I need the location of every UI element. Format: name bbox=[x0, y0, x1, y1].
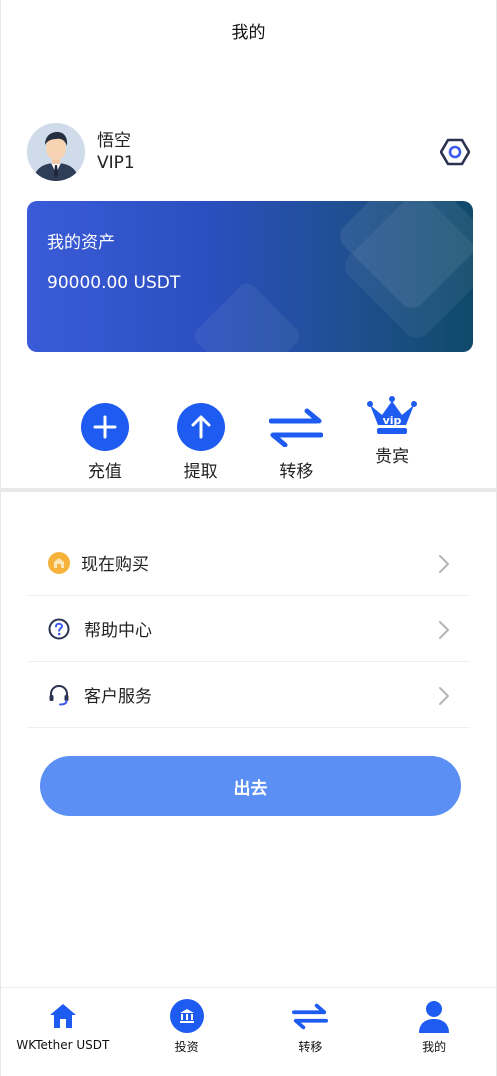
menu-list: 现在购买 帮助中心 客户服务 bbox=[27, 530, 470, 728]
tab-label: 转移 bbox=[298, 1040, 323, 1054]
quick-actions: 充值 提取 转移 vip 贵宾 bbox=[57, 396, 440, 482]
svg-text:vip: vip bbox=[383, 414, 402, 427]
help-icon bbox=[47, 617, 71, 641]
menu-item-customer-service[interactable]: 客户服务 bbox=[27, 662, 470, 728]
chevron-right-icon bbox=[439, 555, 449, 573]
vip-label: 贵宾 bbox=[375, 447, 410, 467]
asset-amount: 90000.00 USDT bbox=[47, 273, 181, 293]
menu-item-label: 客户服务 bbox=[84, 687, 152, 707]
user-info: 悟空 VIP1 bbox=[97, 130, 135, 174]
section-divider bbox=[1, 488, 496, 492]
user-name: 悟空 bbox=[97, 131, 131, 151]
logout-button[interactable]: 出去 bbox=[40, 756, 461, 816]
asset-card-title: 我的资产 bbox=[47, 233, 115, 253]
tab-label: 投资 bbox=[174, 1040, 199, 1054]
withdraw-label: 提取 bbox=[183, 462, 218, 482]
arrow-up-circle-icon bbox=[176, 402, 226, 451]
app-screen: 我的 悟空 VIP1 我的资产 90000.00 USDT 充值 提取 转移 v… bbox=[0, 0, 497, 1076]
menu-item-buy-now[interactable]: 现在购买 bbox=[27, 530, 470, 596]
tab-label: 我的 bbox=[422, 1040, 447, 1054]
page-title: 我的 bbox=[231, 22, 266, 43]
settings-icon[interactable] bbox=[439, 137, 471, 167]
profile-row: 悟空 VIP1 bbox=[27, 122, 471, 182]
tab-mine[interactable]: 我的 bbox=[372, 988, 496, 1076]
avatar[interactable] bbox=[27, 123, 85, 181]
tab-label: WKTether USDT bbox=[16, 1038, 110, 1052]
transfer-label: 转移 bbox=[279, 462, 314, 482]
chevron-right-icon bbox=[439, 621, 449, 639]
menu-item-label: 现在购买 bbox=[81, 555, 149, 575]
bank-icon bbox=[169, 998, 205, 1034]
deposit-button[interactable]: 充值 bbox=[57, 402, 153, 482]
transfer-arrows-icon bbox=[268, 402, 324, 451]
user-icon bbox=[416, 998, 452, 1034]
tab-home[interactable]: WKTether USDT bbox=[1, 988, 125, 1076]
user-level: VIP1 bbox=[97, 153, 135, 173]
shop-icon bbox=[47, 551, 71, 575]
transfer-button[interactable]: 转移 bbox=[249, 402, 345, 482]
menu-item-help-center[interactable]: 帮助中心 bbox=[27, 596, 470, 662]
transfer-icon bbox=[292, 998, 329, 1034]
vip-button[interactable]: vip 贵宾 bbox=[344, 394, 440, 482]
plus-circle-icon bbox=[80, 402, 130, 451]
page-header: 我的 bbox=[1, 0, 496, 60]
bottom-tab-bar: WKTether USDT 投资 转移 我的 bbox=[1, 987, 496, 1076]
chevron-right-icon bbox=[439, 687, 449, 705]
tab-transfer[interactable]: 转移 bbox=[249, 988, 373, 1076]
menu-item-label: 帮助中心 bbox=[84, 621, 152, 641]
asset-card[interactable]: 我的资产 90000.00 USDT bbox=[27, 201, 473, 352]
tab-invest[interactable]: 投资 bbox=[125, 988, 249, 1076]
home-icon bbox=[45, 998, 81, 1034]
withdraw-button[interactable]: 提取 bbox=[153, 402, 249, 482]
vip-crown-icon: vip bbox=[364, 394, 420, 440]
headset-icon bbox=[47, 683, 71, 707]
deposit-label: 充值 bbox=[87, 462, 122, 482]
